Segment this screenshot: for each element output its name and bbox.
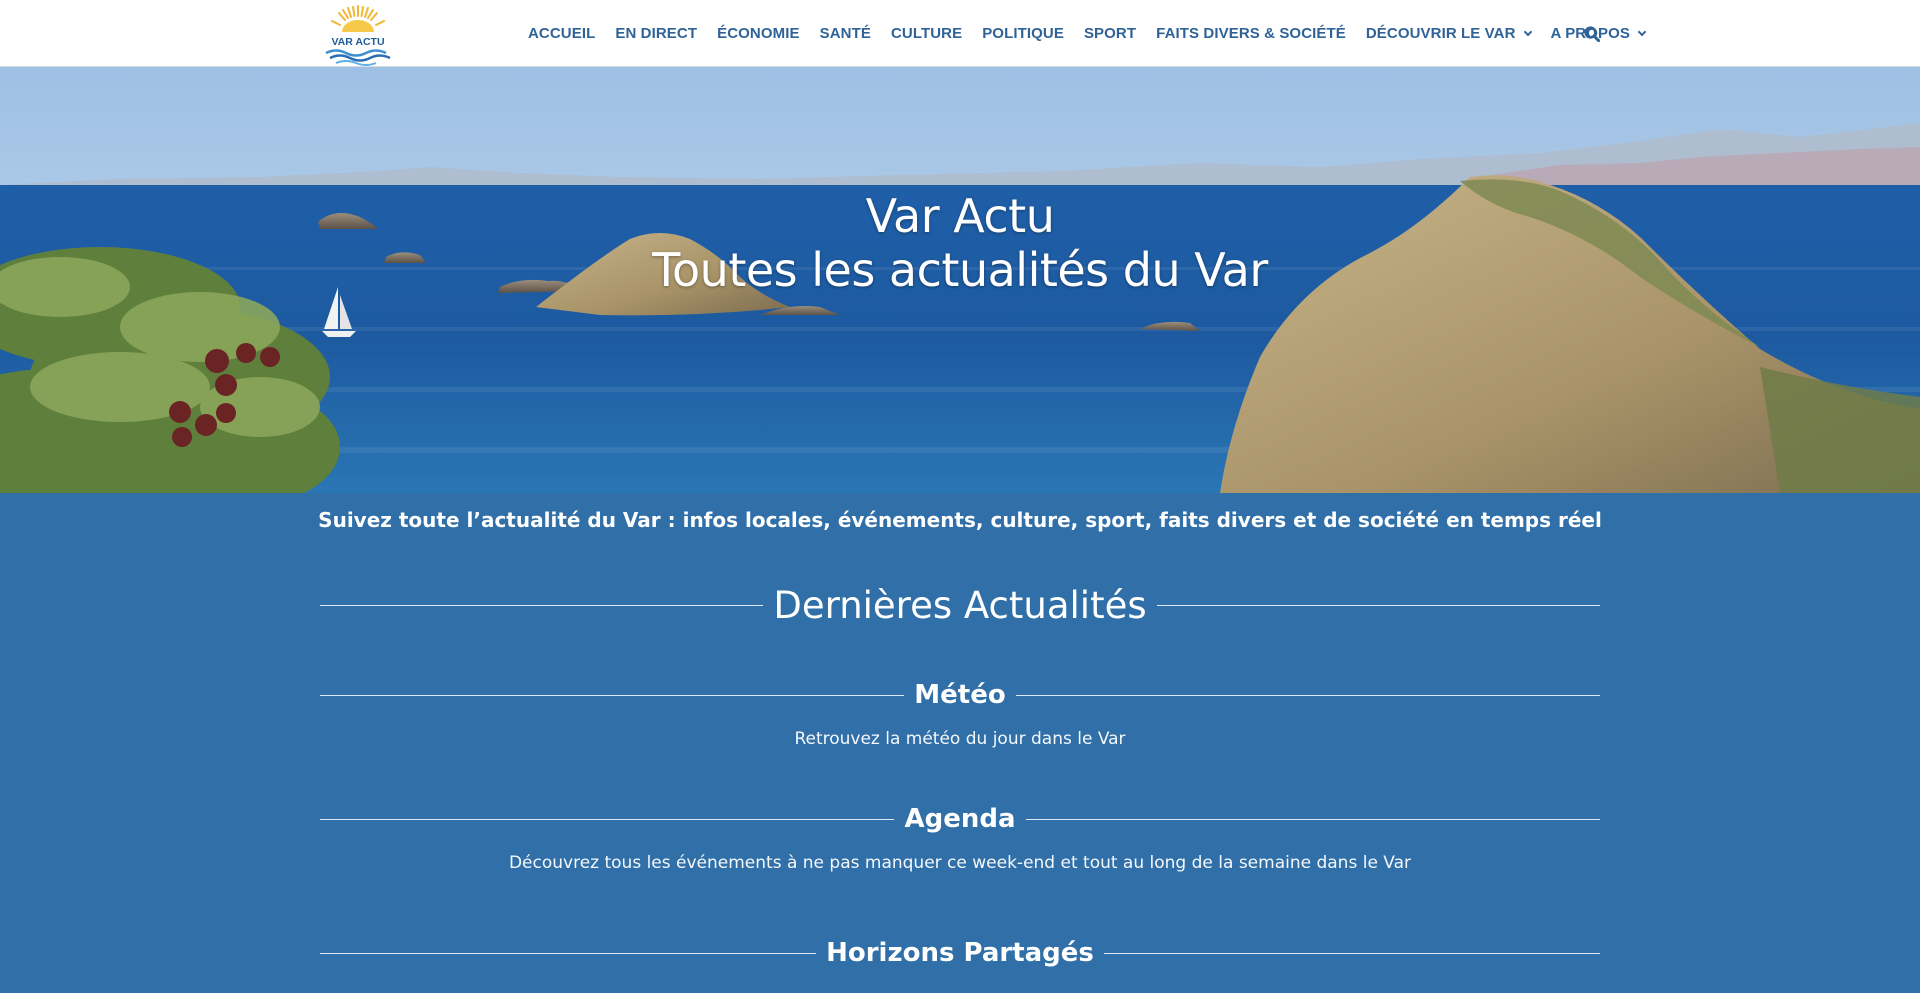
site-logo[interactable]: VAR ACTU	[320, 4, 396, 66]
site-tagline: Suivez toute l’actualité du Var : infos …	[318, 508, 1602, 532]
latest-news-title: Dernières Actualités	[773, 584, 1147, 627]
divider	[320, 694, 905, 696]
chevron-down-icon	[1637, 27, 1647, 36]
section-horizons-heading: Horizons Partagés	[320, 938, 1600, 968]
search-icon[interactable]	[1584, 26, 1601, 43]
hero-title-line1: Var Actu	[865, 189, 1055, 243]
section-horizons-title[interactable]: Horizons Partagés	[816, 938, 1104, 968]
nav-item-sport[interactable]: SPORT	[1084, 25, 1136, 42]
divider	[320, 605, 764, 606]
divider	[320, 818, 895, 820]
nav-label: EN DIRECT	[615, 25, 698, 42]
divider	[1103, 952, 1600, 954]
hero-title-line2: Toutes les actualités du Var	[652, 243, 1268, 297]
nav-label: ÉCONOMIE	[717, 25, 800, 42]
nav-item-economie[interactable]: ÉCONOMIE	[717, 25, 799, 42]
nav-item-politique[interactable]: POLITIQUE	[982, 25, 1064, 42]
section-meteo-heading: Météo	[320, 680, 1600, 710]
nav-item-faits-divers[interactable]: FAITS DIVERS & SOCIÉTÉ	[1156, 25, 1346, 42]
nav-item-en-direct[interactable]: EN DIRECT	[615, 25, 697, 42]
divider	[1025, 818, 1601, 820]
site-header: VAR ACTU ACCUEIL EN DIRECT ÉCONOMIE SANT…	[0, 0, 1920, 67]
nav-label: SPORT	[1083, 25, 1137, 42]
nav-label: DÉCOUVRIR LE VAR	[1365, 25, 1516, 42]
logo-wordmark: VAR ACTU	[331, 36, 384, 48]
section-meteo-description: Retrouvez la météo du jour dans le Var	[794, 729, 1126, 749]
section-agenda-title[interactable]: Agenda	[894, 804, 1025, 834]
main-nav: ACCUEIL EN DIRECT ÉCONOMIE SANTÉ CULTURE…	[528, 0, 1665, 67]
nav-item-decouvrir-le-var[interactable]: DÉCOUVRIR LE VAR	[1365, 25, 1532, 42]
section-meteo-title[interactable]: Météo	[904, 680, 1015, 710]
nav-item-accueil[interactable]: ACCUEIL	[528, 25, 595, 42]
nav-label: ACCUEIL	[528, 25, 596, 42]
nav-item-culture[interactable]: CULTURE	[891, 25, 962, 42]
nav-item-sante[interactable]: SANTÉ	[820, 25, 871, 42]
hero-banner: Var Actu Toutes les actualités du Var	[0, 67, 1920, 493]
divider	[1015, 694, 1600, 696]
divider	[1156, 605, 1601, 606]
nav-label: FAITS DIVERS & SOCIÉTÉ	[1156, 25, 1346, 42]
section-agenda-heading: Agenda	[320, 804, 1601, 834]
nav-label: POLITIQUE	[982, 25, 1064, 42]
latest-news-heading: Dernières Actualités	[320, 584, 1601, 627]
section-agenda-description: Découvrez tous les événements à ne pas m…	[508, 853, 1412, 873]
chevron-down-icon	[1523, 27, 1532, 36]
divider	[320, 952, 817, 954]
nav-label: SANTÉ	[819, 25, 871, 42]
nav-label: CULTURE	[890, 25, 963, 42]
